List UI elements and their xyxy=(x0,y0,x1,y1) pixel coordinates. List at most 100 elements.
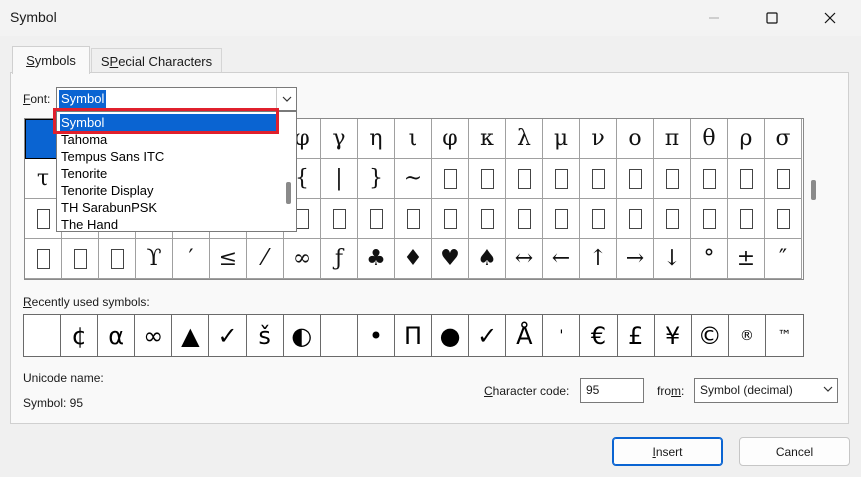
symbol-grid-scrollbar[interactable] xyxy=(806,118,822,280)
recent-symbol-cell[interactable]: ∞ xyxy=(135,315,173,356)
symbol-cell[interactable] xyxy=(506,199,543,239)
symbol-cell[interactable] xyxy=(580,199,617,239)
font-option[interactable]: Tempus Sans ITC xyxy=(60,148,279,165)
symbol-cell[interactable]: ν xyxy=(580,119,617,159)
recent-symbol-cell[interactable]: ® xyxy=(729,315,766,356)
symbol-cell[interactable]: ↔ xyxy=(506,239,543,279)
symbol-cell[interactable]: π xyxy=(654,119,691,159)
recent-symbol-cell[interactable]: Å xyxy=(506,315,544,356)
symbol-cell[interactable]: | xyxy=(321,159,358,199)
symbol-cell[interactable] xyxy=(99,239,136,279)
symbol-cell[interactable]: ρ xyxy=(728,119,765,159)
symbol-cell[interactable] xyxy=(432,199,469,239)
symbol-cell[interactable]: ο xyxy=(617,119,654,159)
symbol-cell[interactable]: ♣ xyxy=(358,239,395,279)
symbol-cell[interactable] xyxy=(728,199,765,239)
symbol-cell[interactable] xyxy=(543,199,580,239)
symbol-cell[interactable]: ≤ xyxy=(210,239,247,279)
recent-symbols-row[interactable]: ¢ α ∞ ▲ ✓ š ◐ • Π ● ✓ Å ' € £ ¥ © ® ™ xyxy=(23,314,804,357)
symbol-cell[interactable] xyxy=(506,159,543,199)
symbol-cell[interactable]: ϒ xyxy=(136,239,173,279)
recent-symbol-cell[interactable]: α xyxy=(98,315,136,356)
symbol-cell[interactable]: ° xyxy=(691,239,728,279)
from-select[interactable]: Symbol (decimal) xyxy=(694,378,838,403)
font-dropdown-scrollbar[interactable] xyxy=(282,112,296,231)
recent-symbol-cell[interactable]: ▲ xyxy=(172,315,210,356)
symbol-cell[interactable] xyxy=(321,199,358,239)
symbol-cell[interactable] xyxy=(358,199,395,239)
symbol-cell[interactable]: γ xyxy=(321,119,358,159)
character-code-input[interactable]: 95 xyxy=(580,378,644,403)
symbol-cell[interactable]: λ xyxy=(506,119,543,159)
symbol-cell[interactable] xyxy=(469,199,506,239)
symbol-cell[interactable] xyxy=(580,159,617,199)
font-option[interactable]: The Hand xyxy=(60,216,279,233)
recent-symbol-cell[interactable]: • xyxy=(358,315,395,356)
symbol-cell[interactable]: ♦ xyxy=(395,239,432,279)
recent-symbol-cell[interactable]: ' xyxy=(543,315,581,356)
symbol-cell[interactable]: } xyxy=(358,159,395,199)
tab-symbols[interactable]: Symbols xyxy=(12,46,90,74)
symbol-cell[interactable]: κ xyxy=(469,119,506,159)
symbol-cell[interactable]: θ xyxy=(691,119,728,159)
symbol-cell[interactable] xyxy=(765,159,802,199)
symbol-grid-scroll-thumb[interactable] xyxy=(811,180,816,200)
symbol-cell[interactable]: ± xyxy=(728,239,765,279)
font-option[interactable]: TH SarabunPSK xyxy=(60,199,279,216)
font-option[interactable]: Tenorite Display xyxy=(60,182,279,199)
close-button[interactable] xyxy=(807,0,853,36)
symbol-cell[interactable] xyxy=(395,199,432,239)
font-dropdown-button[interactable] xyxy=(276,88,296,110)
recent-symbol-cell[interactable]: Π xyxy=(395,315,432,356)
symbol-cell[interactable] xyxy=(617,199,654,239)
maximize-button[interactable] xyxy=(749,0,795,36)
minimize-button[interactable] xyxy=(691,0,737,36)
symbol-cell[interactable]: ← xyxy=(543,239,580,279)
symbol-cell[interactable] xyxy=(654,199,691,239)
symbol-cell[interactable]: ♠ xyxy=(469,239,506,279)
symbol-cell[interactable] xyxy=(432,159,469,199)
symbol-cell[interactable]: → xyxy=(617,239,654,279)
symbol-cell[interactable]: ∞ xyxy=(284,239,321,279)
font-combobox-value[interactable]: Symbol xyxy=(59,90,107,108)
symbol-cell[interactable] xyxy=(654,159,691,199)
symbol-cell[interactable]: ″ xyxy=(765,239,802,279)
recent-symbol-cell[interactable]: š xyxy=(247,315,284,356)
symbol-cell[interactable] xyxy=(691,199,728,239)
symbol-cell[interactable]: ↑ xyxy=(580,239,617,279)
symbol-cell[interactable]: η xyxy=(358,119,395,159)
recent-symbol-cell[interactable]: ¥ xyxy=(655,315,692,356)
recent-symbol-cell[interactable]: ¢ xyxy=(61,315,99,356)
symbol-cell[interactable] xyxy=(691,159,728,199)
symbol-cell[interactable] xyxy=(469,159,506,199)
symbol-cell[interactable]: ♥ xyxy=(432,239,469,279)
recent-symbol-cell[interactable]: © xyxy=(692,315,729,356)
font-option[interactable]: Tenorite xyxy=(60,165,279,182)
recent-symbol-cell[interactable]: ● xyxy=(432,315,470,356)
tab-special-characters[interactable]: S Pecial Characters xyxy=(91,48,222,73)
symbol-cell[interactable]: ~ xyxy=(395,159,432,199)
symbol-cell[interactable] xyxy=(25,239,62,279)
recent-symbol-cell[interactable]: € xyxy=(581,315,618,356)
recent-symbol-cell[interactable]: ✓ xyxy=(210,315,247,356)
recent-symbol-cell[interactable] xyxy=(24,315,61,356)
symbol-cell[interactable] xyxy=(765,199,802,239)
recent-symbol-cell[interactable]: ™ xyxy=(766,315,803,356)
recent-symbol-cell[interactable] xyxy=(321,315,358,356)
recent-symbol-cell[interactable]: £ xyxy=(618,315,655,356)
symbol-cell[interactable]: σ xyxy=(765,119,802,159)
recent-symbol-cell[interactable]: ✓ xyxy=(469,315,507,356)
symbol-cell[interactable]: ↓ xyxy=(654,239,691,279)
symbol-cell[interactable] xyxy=(617,159,654,199)
symbol-cell[interactable]: φ xyxy=(432,119,469,159)
font-dropdown-scroll-thumb[interactable] xyxy=(286,182,291,204)
cancel-button[interactable]: Cancel xyxy=(739,437,850,466)
symbol-cell[interactable]: ι xyxy=(395,119,432,159)
recent-symbol-cell[interactable]: ◐ xyxy=(284,315,321,356)
symbol-cell[interactable] xyxy=(728,159,765,199)
symbol-cell[interactable]: ′ xyxy=(173,239,210,279)
symbol-cell[interactable]: μ xyxy=(543,119,580,159)
symbol-cell[interactable]: ⁄ xyxy=(247,239,284,279)
symbol-cell[interactable]: ƒ xyxy=(321,239,358,279)
symbol-cell[interactable] xyxy=(543,159,580,199)
